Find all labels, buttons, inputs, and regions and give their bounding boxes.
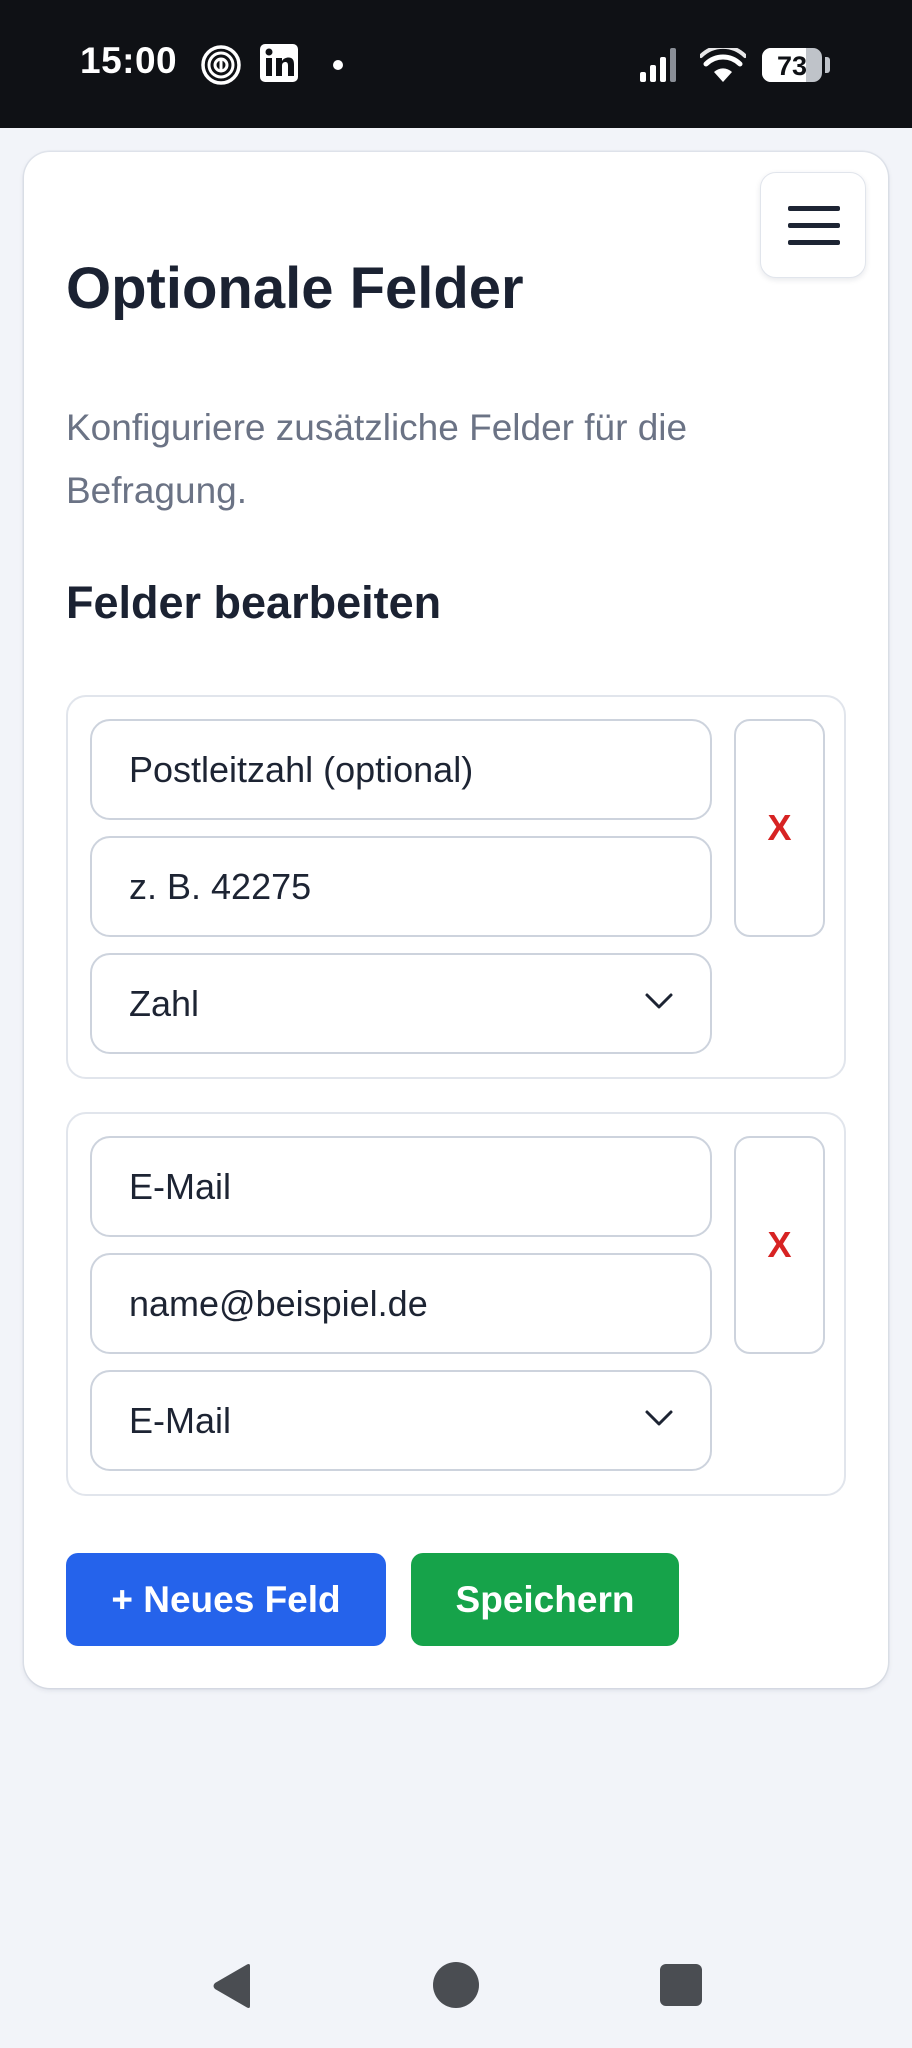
battery-text: 73: [776, 51, 808, 81]
signal-icon: [640, 48, 676, 82]
field-type-select[interactable]: Zahl: [90, 953, 712, 1054]
page-title: Optionale Felder: [66, 256, 524, 321]
fingerprint-app-icon: [201, 45, 241, 85]
field-group: E-Mail name@beispiel.de E-Mail X: [66, 1112, 846, 1496]
remove-field-button[interactable]: X: [734, 719, 825, 937]
remove-field-label: X: [767, 1224, 792, 1265]
add-field-button[interactable]: + Neues Feld: [66, 1553, 386, 1646]
section-title: Felder bearbeiten: [66, 577, 442, 628]
battery-icon: 73: [762, 48, 822, 82]
field-placeholder-input[interactable]: z. B. 42275: [90, 836, 712, 937]
wifi-icon: [700, 48, 746, 82]
menu-button[interactable]: [760, 172, 866, 278]
status-time: 15:00: [80, 40, 178, 81]
page-subtitle: Konfiguriere zusätzliche Felder für die …: [66, 407, 688, 511]
linkedin-icon: [260, 44, 298, 82]
field-type-select[interactable]: E-Mail: [90, 1370, 712, 1471]
status-bar: 15:00 73: [0, 0, 912, 128]
field-type-value: E-Mail: [129, 1399, 232, 1441]
save-button[interactable]: Speichern: [411, 1553, 679, 1646]
field-type-value: Zahl: [129, 982, 200, 1024]
notification-dot: [333, 60, 343, 70]
battery-tip: [825, 57, 830, 73]
recents-icon[interactable]: [660, 1964, 702, 2006]
field-label-input[interactable]: E-Mail: [90, 1136, 712, 1237]
field-group: Postleitzahl (optional) z. B. 42275 Zahl…: [66, 695, 846, 1079]
remove-field-label: X: [767, 807, 792, 848]
chevron-down-icon: [645, 1410, 673, 1426]
field-placeholder-input[interactable]: name@beispiel.de: [90, 1253, 712, 1354]
optional-fields-card: Optionale Felder Konfiguriere zusätzlich…: [24, 152, 888, 1688]
navigation-bar: [0, 1920, 912, 2048]
chevron-down-icon: [645, 993, 673, 1009]
remove-field-button[interactable]: X: [734, 1136, 825, 1354]
home-icon[interactable]: [433, 1962, 479, 2008]
back-icon[interactable]: [210, 1962, 254, 2010]
field-label-input[interactable]: Postleitzahl (optional): [90, 719, 712, 820]
